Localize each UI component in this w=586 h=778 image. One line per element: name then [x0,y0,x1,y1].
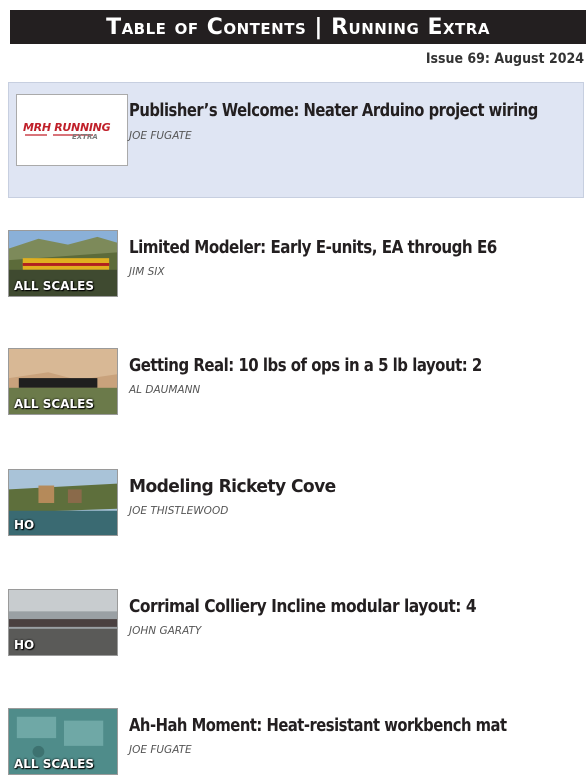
entry-author: JOE THISTLEWOOD [129,505,229,517]
entry-author: JOE FUGATE [129,130,192,142]
entry-title[interactable]: Corrimal Colliery Incline modular layout… [129,596,477,617]
entry-title[interactable]: Modeling Rickety Cove [129,476,336,497]
colliery-layout-photo: HO [8,589,118,656]
scale-badge: ALL SCALES [14,397,94,411]
toc-entry-rickety-cove[interactable]: HO Modeling Rickety Cove JOE THISTLEWOOD [0,469,586,539]
scale-badge: ALL SCALES [14,757,94,771]
toc-entry-limited-modeler[interactable]: ALL SCALES Limited Modeler: Early E-unit… [0,230,586,300]
scale-badge: ALL SCALES [14,279,94,293]
scale-badge: HO [14,518,35,532]
toc-header: Table of Contents | Running Extra [10,10,586,44]
entry-author: JOHN GARATY [129,625,202,637]
mrh-running-extra-logo: MRH RUNNING EXTRA [16,94,128,166]
yellow-train-photo: ALL SCALES [8,230,118,297]
entry-author: AL DAUMANN [129,384,201,396]
scale-badge: HO [14,638,35,652]
entry-title[interactable]: Getting Real: 10 lbs of ops in a 5 lb la… [129,355,482,376]
toc-entry-publishers-welcome[interactable]: MRH RUNNING EXTRA Publisher’s Welcome: N… [8,82,584,198]
entry-author: JIM SIX [129,266,165,278]
toc-title: Table of Contents | Running Extra [106,14,490,40]
toc-entry-getting-real[interactable]: ALL SCALES Getting Real: 10 lbs of ops i… [0,348,586,418]
cove-village-photo: HO [8,469,118,536]
canyon-train-photo: ALL SCALES [8,348,118,415]
entry-author: JOE FUGATE [129,744,192,756]
workbench-mat-photo: ALL SCALES [8,708,118,775]
entry-title[interactable]: Publisher’s Welcome: Neater Arduino proj… [129,100,538,121]
logo-subtext: EXTRA [72,133,98,141]
entry-title[interactable]: Ah-Hah Moment: Heat-resistant workbench … [129,715,507,736]
issue-label: Issue 69: August 2024 [425,51,584,67]
entry-title[interactable]: Limited Modeler: Early E-units, EA throu… [129,237,497,258]
toc-entry-corrimal-colliery[interactable]: HO Corrimal Colliery Incline modular lay… [0,589,586,659]
toc-entry-ah-hah-moment[interactable]: ALL SCALES Ah-Hah Moment: Heat-resistant… [0,708,586,778]
